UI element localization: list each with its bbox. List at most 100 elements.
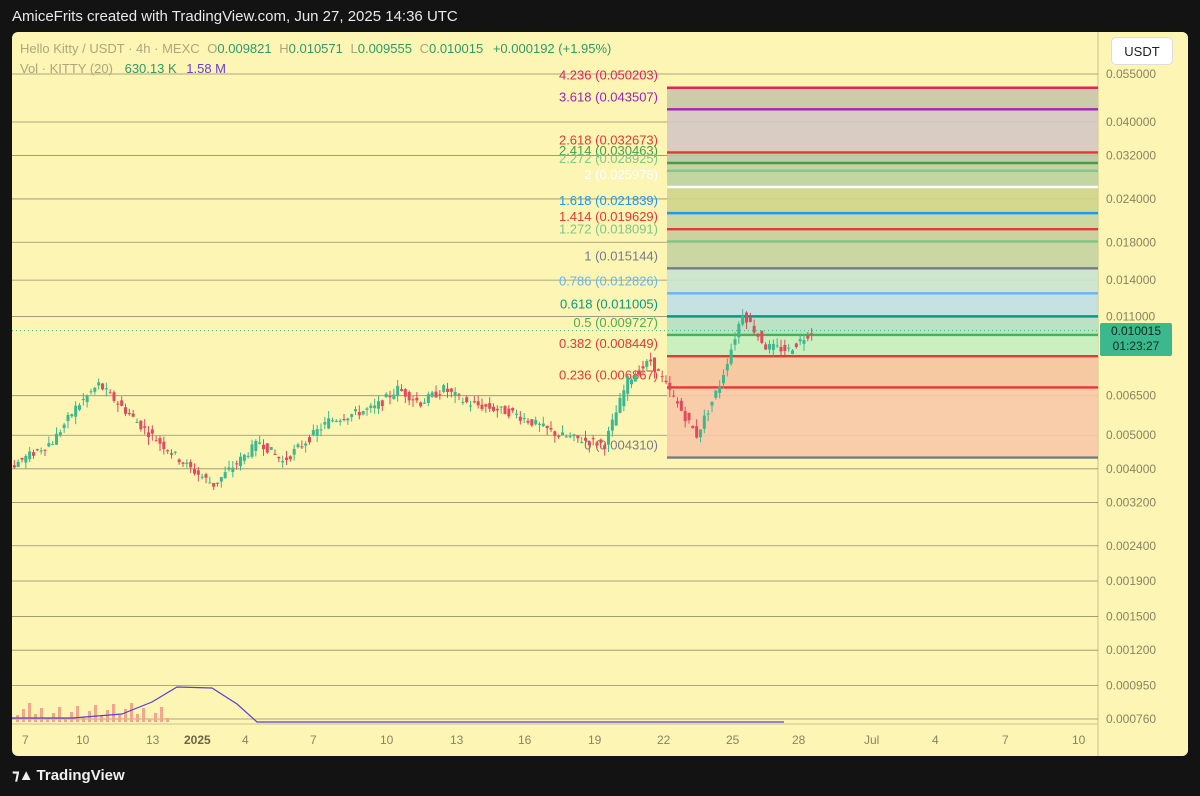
candle-body (637, 370, 641, 375)
candle-body (591, 438, 595, 440)
candle-body (672, 395, 676, 397)
candle-body (39, 450, 43, 452)
candle-body (43, 449, 47, 451)
candle-body (62, 424, 66, 429)
candle-body (285, 457, 288, 460)
candle-body (193, 469, 196, 474)
candle-body (553, 431, 557, 436)
x-tick-label: 2025 (184, 733, 211, 747)
candle-body (419, 402, 423, 407)
candle-body (281, 460, 285, 463)
footer: ⁊▲ TradingView (12, 766, 125, 785)
candle-body (599, 439, 603, 443)
candle-body (162, 441, 166, 450)
y-tick-label: 0.001900 (1106, 574, 1156, 588)
candle-body (150, 429, 154, 434)
fib-zone (667, 229, 1098, 242)
volume-legend: Vol · KITTY (20) 630.13 K 1.58 M (20, 61, 226, 76)
candle-body (668, 382, 672, 390)
candle-body (645, 360, 649, 367)
candle-body (768, 344, 771, 350)
chart-area[interactable]: 0.055000 0.040000 0.032000 0.024000 0.018000… (12, 32, 1188, 756)
candle-body (32, 452, 35, 456)
candle-body (273, 453, 277, 455)
high-key: H (279, 41, 289, 56)
candle-body (170, 453, 173, 455)
candle-body (55, 433, 58, 445)
candle-body (173, 451, 177, 453)
candle-body (262, 444, 265, 450)
candle-body (58, 432, 62, 436)
candle-body (545, 425, 549, 429)
candle-body (614, 412, 618, 426)
candle-body (641, 366, 645, 369)
current-price: 0.010015 (1110, 324, 1162, 338)
candle-body (166, 450, 170, 452)
candle-body (411, 399, 415, 401)
candle-body (549, 428, 553, 430)
candle-body (127, 412, 131, 415)
candle-body (407, 392, 411, 401)
low-key: L (350, 41, 358, 56)
close-value: 0.010015 (428, 41, 484, 56)
candle-body (472, 401, 476, 403)
candle-body (208, 482, 212, 484)
y-tick-label: 0.024000 (1106, 192, 1156, 206)
candle-body (415, 397, 419, 401)
candle-body (503, 406, 507, 415)
price-chart[interactable]: 0.055000 0.040000 0.032000 0.024000 0.018000… (12, 32, 1188, 756)
candle-body (714, 390, 718, 398)
fib-zone (667, 109, 1098, 153)
y-tick-label: 0.003200 (1106, 495, 1156, 509)
fib-level-label: 3.618 (0.043507) (559, 89, 658, 104)
candle-body (89, 391, 93, 393)
candle-body (457, 394, 461, 396)
fib-level-label: 2.272 (0.028925) (559, 151, 658, 166)
candle-body (204, 474, 208, 478)
candle-body (380, 400, 384, 407)
candle-body (653, 357, 656, 372)
volume-bar (70, 712, 73, 722)
volume-bar (58, 707, 61, 722)
candle-body (806, 335, 810, 339)
candle-body (369, 405, 373, 409)
volume-bar (40, 708, 43, 722)
candle-body (28, 451, 32, 460)
candle-body (725, 364, 729, 371)
fib-zone (667, 241, 1098, 269)
candle-body (51, 443, 55, 445)
candle-body (384, 394, 388, 398)
candle-body (783, 344, 787, 352)
candle-body (189, 462, 193, 468)
candle-body (277, 457, 281, 459)
candle-body (687, 412, 691, 421)
candle-body (607, 430, 610, 445)
y-tick-label: 0.005000 (1106, 428, 1156, 442)
fib-level-label: 0.5 (0.009727) (573, 315, 658, 330)
candle-body (511, 408, 515, 411)
candle-body (97, 382, 101, 386)
candle-body (802, 340, 806, 344)
candle-body (181, 462, 185, 464)
candle-body (722, 374, 725, 384)
y-tick-label: 0.055000 (1106, 67, 1156, 81)
candle-body (254, 440, 258, 451)
x-tick-label: 7 (310, 733, 317, 747)
x-tick-label: 25 (726, 733, 740, 747)
candle-body (139, 420, 143, 430)
candle-body (131, 413, 135, 417)
volume-bar (112, 704, 115, 722)
candle-body (476, 401, 480, 406)
candle-body (311, 430, 315, 435)
candle-body (764, 344, 768, 350)
change-value: +0.000192 (+1.95%) (492, 41, 612, 56)
candle-body (101, 383, 104, 390)
candle-body (706, 413, 710, 415)
candle-body (426, 394, 430, 403)
fib-level-label: 4.236 (0.050203) (559, 68, 658, 83)
candle-body (223, 472, 227, 479)
close-key: C (419, 41, 429, 56)
currency-button[interactable]: USDT (1112, 38, 1172, 64)
candle-body (710, 401, 714, 406)
candle-body (449, 388, 453, 392)
